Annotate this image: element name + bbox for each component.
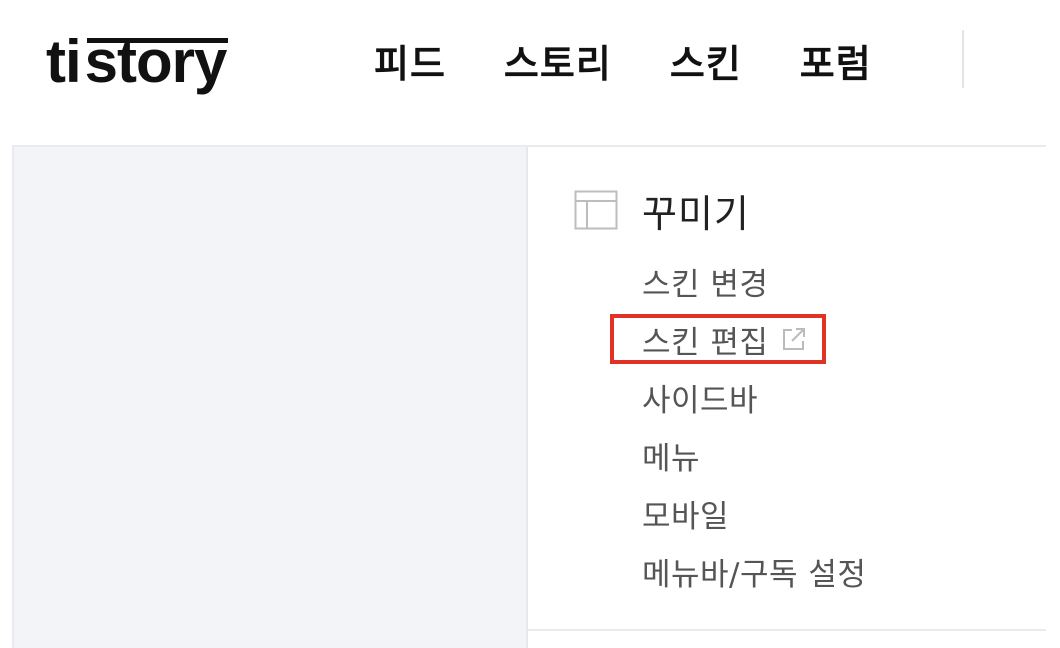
section-divider [528,629,1046,631]
global-nav: 피드 스토리 스킨 포럼 [374,30,930,90]
menu-item-sidebar[interactable]: 사이드바 [642,368,866,426]
menu-item-skin-edit[interactable]: 스킨 편집 [642,310,866,368]
menu-item-menu[interactable]: 메뉴 [642,426,866,484]
menu-item-label: 스킨 편집 [642,324,769,361]
menu-item-label: 스킨 변경 [642,266,769,303]
layout-icon [574,190,618,230]
nav-story[interactable]: 스토리 [504,33,612,88]
content-area: 꾸미기 스킨 변경 스킨 편집 사이드바 메뉴 모바일 메뉴바/구독 설정 [12,145,1046,648]
menu-item-mobile[interactable]: 모바일 [642,484,866,542]
decorate-menu-list: 스킨 변경 스킨 편집 사이드바 메뉴 모바일 메뉴바/구독 설정 [642,252,866,600]
menu-item-skin-change[interactable]: 스킨 변경 [642,252,866,310]
nav-forum[interactable]: 포럼 [800,33,872,88]
logo-text-ti: ti [46,28,82,95]
menu-item-label: 모바일 [642,498,730,535]
external-link-icon [783,328,806,350]
settings-sidebar: 꾸미기 스킨 변경 스킨 편집 사이드바 메뉴 모바일 메뉴바/구독 설정 [528,147,1046,648]
left-pane [14,147,528,648]
nav-feed[interactable]: 피드 [374,33,446,88]
section-title: 꾸미기 [642,191,750,236]
menu-item-label: 사이드바 [642,382,759,419]
nav-skin[interactable]: 스킨 [670,33,742,88]
nav-divider [962,30,964,88]
tistory-logo[interactable]: ti story [46,22,229,95]
menu-item-label: 메뉴 [642,440,701,477]
logo-text-story: story [84,28,229,95]
section-decorate[interactable]: 꾸미기 [574,187,750,236]
top-header: ti story 피드 스토리 스킨 포럼 [0,0,1060,145]
menu-item-menubar-subscribe[interactable]: 메뉴바/구독 설정 [642,542,866,600]
menu-item-label: 메뉴바/구독 설정 [642,556,867,593]
